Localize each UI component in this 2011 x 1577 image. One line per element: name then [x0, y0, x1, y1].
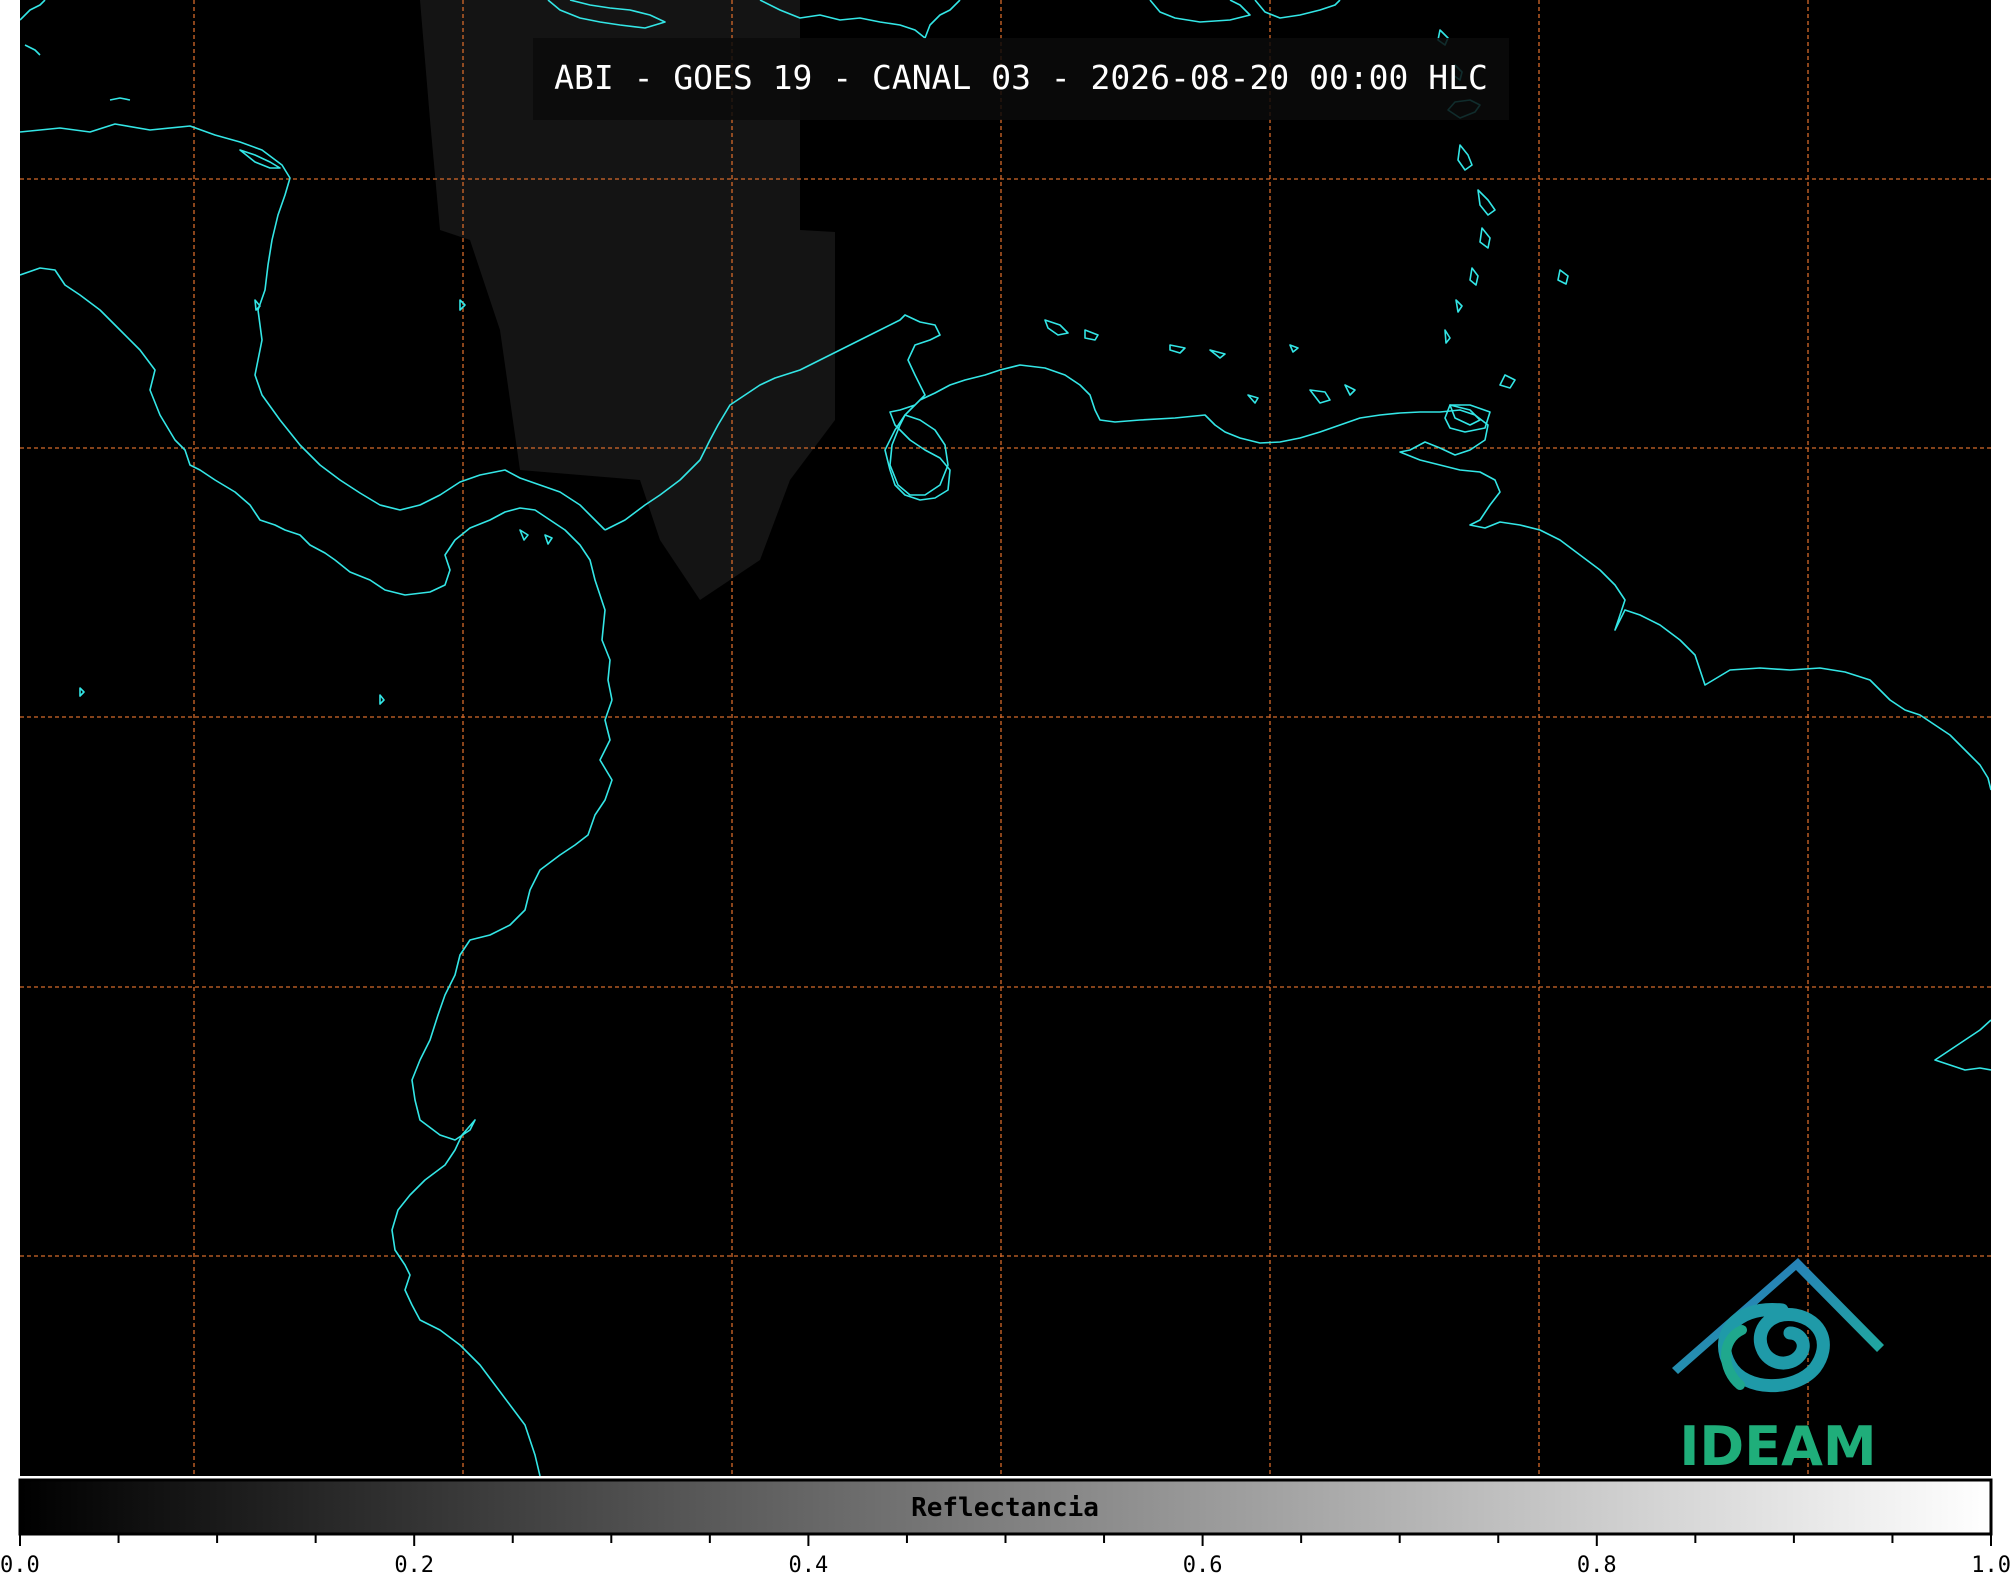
colorbar-tick-label: 0.4: [789, 1553, 829, 1577]
colorbar-tick-label: 0.0: [0, 1553, 40, 1577]
colorbar-tick-label: 0.8: [1577, 1553, 1617, 1577]
ideam-logo-text: IDEAM: [1679, 1415, 1876, 1478]
colorbar: Reflectancia 0.0 0.2 0.4 0.6 0.8 1.0: [0, 1478, 2011, 1577]
map-canvas: ABI - GOES 19 - CANAL 03 - 2026-08-20 00…: [0, 0, 2011, 1577]
colorbar-tick-label: 0.6: [1183, 1553, 1223, 1577]
satellite-map-figure: ABI - GOES 19 - CANAL 03 - 2026-08-20 00…: [0, 0, 2011, 1577]
map-title: ABI - GOES 19 - CANAL 03 - 2026-08-20 00…: [554, 58, 1488, 97]
map-background: [20, 0, 1991, 1476]
colorbar-tick-label: 0.2: [394, 1553, 434, 1577]
colorbar-tick-label: 1.0: [1971, 1553, 2011, 1577]
colorbar-label: Reflectancia: [911, 1493, 1099, 1523]
colorbar-ticks: 0.0 0.2 0.4 0.6 0.8 1.0: [0, 1534, 2011, 1577]
